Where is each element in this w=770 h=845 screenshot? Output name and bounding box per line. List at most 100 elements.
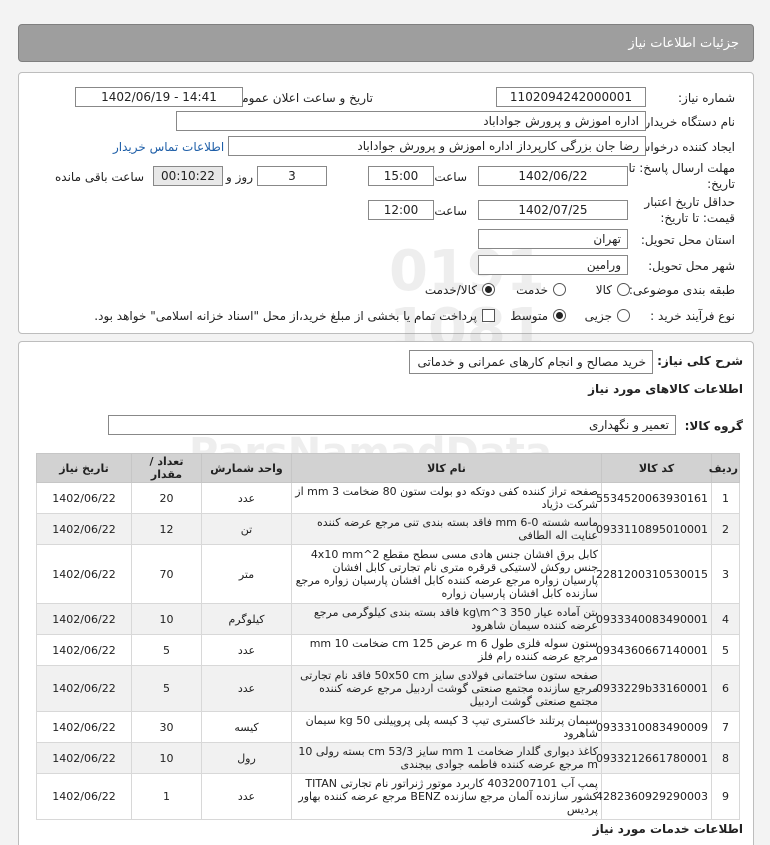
category-option-goods-service: کالا/خدمت (424, 283, 477, 297)
cell-name: ستون سوله فلزی طول 6 m عرض 125 cm ضخامت … (291, 634, 602, 666)
cell-unit: متر (201, 544, 292, 604)
cell-date: 1402/06/22 (36, 513, 132, 545)
province-label: استان محل تحویل: (640, 233, 735, 247)
cell-name: کاغذ دیواری گلدار ضخامت 1 mm سایز 53/3 c… (291, 742, 602, 774)
cell-row: 1 (711, 482, 740, 514)
goods-group-label: گروه کالا: (684, 419, 743, 433)
table-row: 1 5534520063930161 صفحه تراز کننده کفی د… (36, 482, 740, 514)
col-header-unit: واحد شمارش (201, 453, 292, 483)
table-row: 8 0933212661780001 کاغذ دیواری گلدار ضخا… (36, 742, 740, 774)
remaining-time-field: 00:10:22 (153, 166, 223, 186)
cell-date: 1402/06/22 (36, 773, 132, 820)
goods-table: ردیف کد کالا نام کالا واحد شمارش تعداد /… (36, 453, 740, 820)
cell-code: 4282360929290003 (596, 773, 712, 820)
cell-code: 2281200310530015 (596, 544, 712, 604)
remaining-days-field: 3 (257, 166, 327, 186)
cell-date: 1402/06/22 (36, 665, 132, 712)
cell-row: 5 (711, 634, 740, 666)
cell-row: 8 (711, 742, 740, 774)
cell-code: 0933212661780001 (596, 742, 712, 774)
cell-code: 0933229b33160001 (596, 665, 712, 712)
city-label: شهر محل تحویل: (648, 259, 735, 273)
days-label: روز و (226, 170, 253, 184)
cell-name: ماسه شسته 0-6 mm فاقد بسته بندی تنی مرجع… (291, 513, 602, 545)
need-number-field: 1102094242000001 (496, 87, 646, 107)
need-details-panel: 0191 1081 شماره نیاز: 1102094242000001 ت… (18, 72, 754, 359)
deadline-time-label: ساعت (434, 170, 467, 184)
cell-code: 5534520063930161 (596, 482, 712, 514)
cell-row: 2 (711, 513, 740, 545)
treasury-payment-checkbox[interactable] (482, 309, 495, 322)
category-label: طبقه بندی موضوعی: (628, 283, 735, 297)
cell-unit: عدد (201, 665, 292, 712)
cell-unit: کیلوگرم (201, 603, 292, 635)
goods-group-field: تعمیر و نگهداری (108, 415, 676, 435)
cell-unit: کیسه (201, 711, 292, 743)
buyer-field: اداره اموزش و پرورش جواداباد (176, 111, 646, 131)
col-header-row: ردیف (709, 453, 740, 483)
cell-date: 1402/06/22 (36, 711, 132, 743)
creator-field: رضا جان بزرگی کارپرداز اداره اموزش و پرو… (228, 136, 646, 156)
deadline-label-1: مهلت ارسال پاسخ: تا (628, 161, 735, 175)
cell-qty: 70 (131, 544, 202, 604)
process-option-minor: جزیی (584, 309, 612, 323)
table-row: 2 0933110895010001 ماسه شسته 0-6 mm فاقد… (36, 513, 740, 545)
process-option-medium: متوسط (510, 309, 548, 323)
cell-unit: عدد (201, 634, 292, 666)
cell-row: 4 (711, 603, 740, 635)
cell-name: کابل برق افشان جنس هادی مسی سطح مقطع 4x1… (291, 544, 602, 604)
validity-time-field: 12:00 (368, 200, 434, 220)
cell-code: 0933110895010001 (596, 513, 712, 545)
category-option-goods: کالا (595, 283, 612, 297)
cell-unit: تن (201, 513, 292, 545)
goods-section-title: اطلاعات کالاهای مورد نیاز (588, 382, 743, 396)
cell-date: 1402/06/22 (36, 544, 132, 604)
validity-label-2: قیمت: تا تاریخ: (660, 211, 735, 225)
cell-row: 3 (711, 544, 740, 604)
cell-row: 6 (711, 665, 740, 712)
category-radio-goods-service[interactable] (482, 283, 495, 296)
need-number-label: شماره نیاز: (678, 91, 735, 105)
cell-qty: 5 (131, 665, 202, 712)
cell-qty: 20 (131, 482, 202, 514)
cell-qty: 1 (131, 773, 202, 820)
announce-datetime-field: 1402/06/19 - 14:41 (75, 87, 243, 107)
deadline-time-field: 15:00 (368, 166, 434, 186)
cell-qty: 12 (131, 513, 202, 545)
table-row: 5 0934360667140001 ستون سوله فلزی طول 6 … (36, 634, 740, 666)
process-radio-minor[interactable] (617, 309, 630, 322)
cell-name: بتن آماده عیار 350 kg\m^3 فاقد بسته بندی… (291, 603, 602, 635)
cell-name: صفحه تراز کننده کفی دوتکه دو بولت ستون 8… (291, 482, 602, 514)
buyer-contact-link[interactable]: اطلاعات تماس خریدار (113, 140, 224, 154)
process-radio-medium[interactable] (553, 309, 566, 322)
category-option-service: خدمت (516, 283, 548, 297)
table-row: 7 0933310083490009 سیمان پرتلند خاکستری … (36, 711, 740, 743)
cell-code: 0933340083490001 (596, 603, 712, 635)
cell-name: پمپ آب 4032007101 کاربرد موتور ژنراتور ن… (291, 773, 602, 820)
cell-name: صفحه ستون ساختمانی فولادی سایز 50x50 cm … (291, 665, 602, 712)
cell-code: 0933310083490009 (596, 711, 712, 743)
table-row: 3 2281200310530015 کابل برق افشان جنس ها… (36, 544, 740, 604)
col-header-date: تاریخ نیاز (36, 453, 132, 483)
province-field: تهران (478, 229, 628, 249)
col-header-qty: تعداد / مقدار (131, 453, 202, 483)
treasury-payment-note: پرداخت تمام یا بخشی از مبلغ خرید،از محل … (94, 309, 477, 323)
cell-unit: عدد (201, 482, 292, 514)
cell-qty: 5 (131, 634, 202, 666)
validity-time-label: ساعت (434, 204, 467, 218)
category-radio-goods[interactable] (617, 283, 630, 296)
page-title: جزئیات اطلاعات نیاز (628, 36, 739, 51)
cell-name: سیمان پرتلند خاکستری تیپ 3 کیسه پلی پروپ… (291, 711, 602, 743)
cell-code: 0934360667140001 (596, 634, 712, 666)
table-row: 9 4282360929290003 پمپ آب 4032007101 کار… (36, 773, 740, 820)
cell-row: 7 (711, 711, 740, 743)
summary-field: خرید مصالح و انجام کارهای عمرانی و خدمات… (409, 350, 653, 374)
buyer-label: نام دستگاه خریدار: (640, 115, 736, 129)
cell-date: 1402/06/22 (36, 742, 132, 774)
summary-label: شرح کلی نیاز: (657, 354, 743, 368)
category-radio-service[interactable] (553, 283, 566, 296)
deadline-date-field: 1402/06/22 (478, 166, 628, 186)
cell-unit: رول (201, 742, 292, 774)
cell-date: 1402/06/22 (36, 603, 132, 635)
city-field: ورامین (478, 255, 628, 275)
